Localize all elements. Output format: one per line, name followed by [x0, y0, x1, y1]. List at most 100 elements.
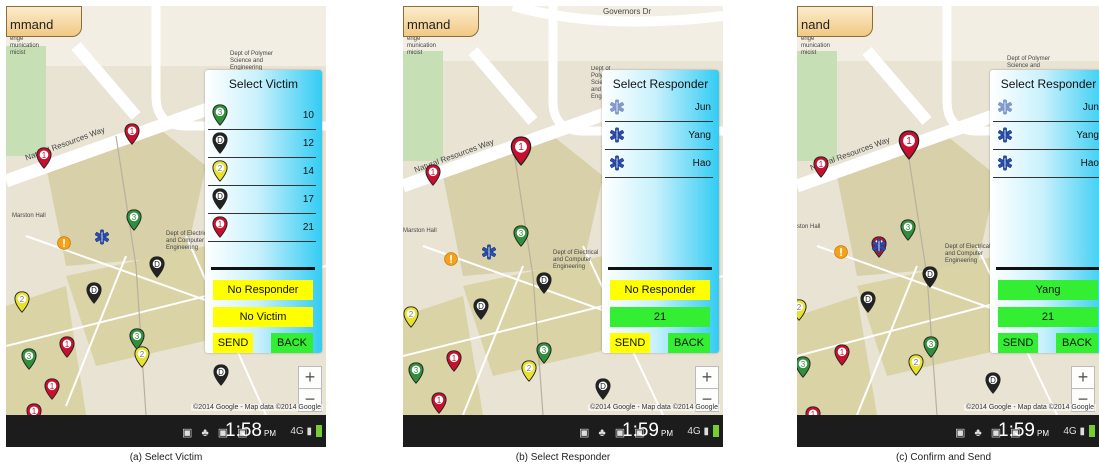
responder-name: Hao	[1080, 158, 1099, 169]
warning-marker-icon[interactable]	[443, 251, 459, 267]
victim-marker-icon[interactable]: 1	[59, 336, 75, 358]
victim-marker-icon[interactable]: 3	[21, 348, 37, 370]
victim-marker-icon[interactable]: 3	[536, 342, 552, 364]
svg-text:3: 3	[218, 108, 223, 117]
svg-text:D: D	[541, 276, 547, 285]
victim-marker-icon[interactable]: D	[149, 256, 165, 278]
svg-text:1: 1	[42, 151, 47, 160]
time-value: 1:59	[622, 420, 659, 441]
victim-marker-icon[interactable]: D	[536, 272, 552, 294]
svg-text:1: 1	[65, 340, 70, 349]
selected-responder-field[interactable]: No Responder	[610, 280, 710, 300]
victim-marker-icon[interactable]: 1	[446, 350, 462, 372]
victim-list-item[interactable]: 2 14	[208, 158, 316, 186]
victim-marker-icon-selected[interactable]: 1	[898, 130, 920, 160]
selected-victim-field[interactable]: 21	[610, 307, 710, 327]
victim-list-item[interactable]: D 12	[208, 130, 316, 158]
victim-marker-icon[interactable]: D	[860, 291, 876, 313]
victim-marker-icon[interactable]: 3	[797, 356, 811, 378]
select-panel: Select Responder Jun Yang Hao No Respond…	[602, 70, 719, 353]
selected-victim-field[interactable]: No Victim	[213, 307, 313, 327]
responder-list-item[interactable]: Yang	[993, 122, 1099, 150]
selected-responder-field[interactable]: Yang	[998, 280, 1098, 300]
responder-list-item[interactable]: Hao	[605, 150, 713, 178]
svg-text:1: 1	[431, 168, 436, 177]
victim-marker-icon[interactable]: 3	[126, 209, 142, 231]
back-button[interactable]: BACK	[668, 333, 710, 353]
battery-icon	[1089, 425, 1095, 437]
victim-marker-icon[interactable]: D	[213, 364, 229, 386]
victim-marker-icon[interactable]: D	[473, 298, 489, 320]
responder-name: Yang	[688, 130, 711, 141]
network-type: 4G	[687, 426, 701, 437]
victim-marker-icon[interactable]: 1	[124, 123, 140, 145]
panel-divider	[211, 267, 315, 270]
medic-icon	[997, 126, 1013, 144]
responder-marker-icon[interactable]	[481, 243, 497, 261]
svg-text:D: D	[990, 376, 996, 385]
victim-marker-icon[interactable]: 3	[408, 362, 424, 384]
send-button[interactable]: SEND	[610, 333, 650, 353]
victim-list-item[interactable]: 1 21	[208, 214, 316, 242]
responder-marker-icon[interactable]	[94, 228, 110, 246]
warning-marker-icon[interactable]	[833, 244, 849, 260]
responder-list-item[interactable]: Hao	[993, 150, 1099, 178]
victim-list-item[interactable]: D 17	[208, 186, 316, 214]
responder-list-item[interactable]: Yang	[605, 122, 713, 150]
victim-marker-icon[interactable]: 2	[403, 306, 419, 328]
svg-text:D: D	[218, 368, 224, 377]
command-bar[interactable]: mmand	[6, 6, 82, 37]
command-bar-label: nand	[801, 17, 830, 32]
victim-id: 17	[302, 194, 314, 205]
back-button[interactable]: BACK	[1056, 333, 1098, 353]
victim-marker-icon-selected[interactable]: 1	[510, 136, 532, 166]
medic-icon	[997, 154, 1013, 172]
send-button[interactable]: SEND	[998, 333, 1038, 353]
building-label-marston-hall: ston Hall	[797, 224, 821, 230]
victim-marker-icon[interactable]: D	[922, 266, 938, 288]
victim-marker-icon[interactable]: D	[595, 378, 611, 400]
building-label-polymer: Dept of Polymer Science and	[1007, 56, 1051, 69]
responder-list-item[interactable]: Jun	[605, 94, 713, 122]
victim-marker-icon[interactable]: D	[86, 282, 102, 304]
road-label-governors: Governors Dr	[603, 7, 652, 16]
victim-marker-icon[interactable]: 3	[900, 219, 916, 241]
responder-list-item[interactable]: Jun	[993, 94, 1099, 122]
command-bar[interactable]: mmand	[403, 6, 479, 37]
svg-text:3: 3	[929, 340, 934, 349]
victim-marker-icon[interactable]: 2	[797, 299, 807, 321]
figure-caption: (b) Select Responder	[515, 452, 611, 463]
victim-marker-icon[interactable]: 1	[44, 378, 60, 400]
victim-marker-icon[interactable]: 2	[908, 354, 924, 376]
selected-responder-field[interactable]: No Responder	[213, 280, 313, 300]
victim-marker-icon[interactable]: 1	[431, 392, 447, 414]
victim-id: 21	[302, 222, 314, 233]
warning-marker-icon[interactable]	[56, 235, 72, 251]
victim-marker-icon[interactable]: D	[985, 372, 1001, 394]
victim-marker-icon[interactable]: 1	[813, 156, 829, 178]
victim-list-item[interactable]: 3 10	[208, 102, 316, 130]
victim-marker-icon[interactable]: 2	[521, 360, 537, 382]
select-panel: Select Responder Jun Yang Hao Yang 21 SE…	[990, 70, 1099, 353]
map-attribution: ©2014 Google - Map data ©2014 Google	[191, 404, 323, 411]
victim-marker-icon[interactable]: 1	[834, 344, 850, 366]
victim-marker-icon[interactable]: 3	[513, 225, 529, 247]
svg-text:1: 1	[452, 354, 457, 363]
phone-screen-select-responder: Governors Dr Natural Resources Way Marst…	[403, 6, 723, 447]
svg-text:3: 3	[906, 223, 911, 232]
victim-marker-icon[interactable]: 2	[14, 291, 30, 313]
zoom-in-button[interactable]: +	[695, 366, 719, 390]
command-bar[interactable]: nand	[797, 6, 873, 37]
zoom-in-button[interactable]: +	[298, 366, 322, 390]
selected-victim-field[interactable]: 21	[998, 307, 1098, 327]
svg-text:D: D	[927, 270, 933, 279]
back-button[interactable]: BACK	[271, 333, 313, 353]
victim-marker-icon[interactable]: 3	[923, 336, 939, 358]
victim-marker-icon[interactable]: 1	[36, 147, 52, 169]
svg-text:1: 1	[437, 396, 442, 405]
victim-marker-icon[interactable]: 2	[134, 346, 150, 368]
victim-marker-icon[interactable]: 1	[425, 164, 441, 186]
responder-marker-icon[interactable]	[871, 238, 887, 254]
zoom-in-button[interactable]: +	[1071, 366, 1095, 390]
send-button[interactable]: SEND	[213, 333, 253, 353]
